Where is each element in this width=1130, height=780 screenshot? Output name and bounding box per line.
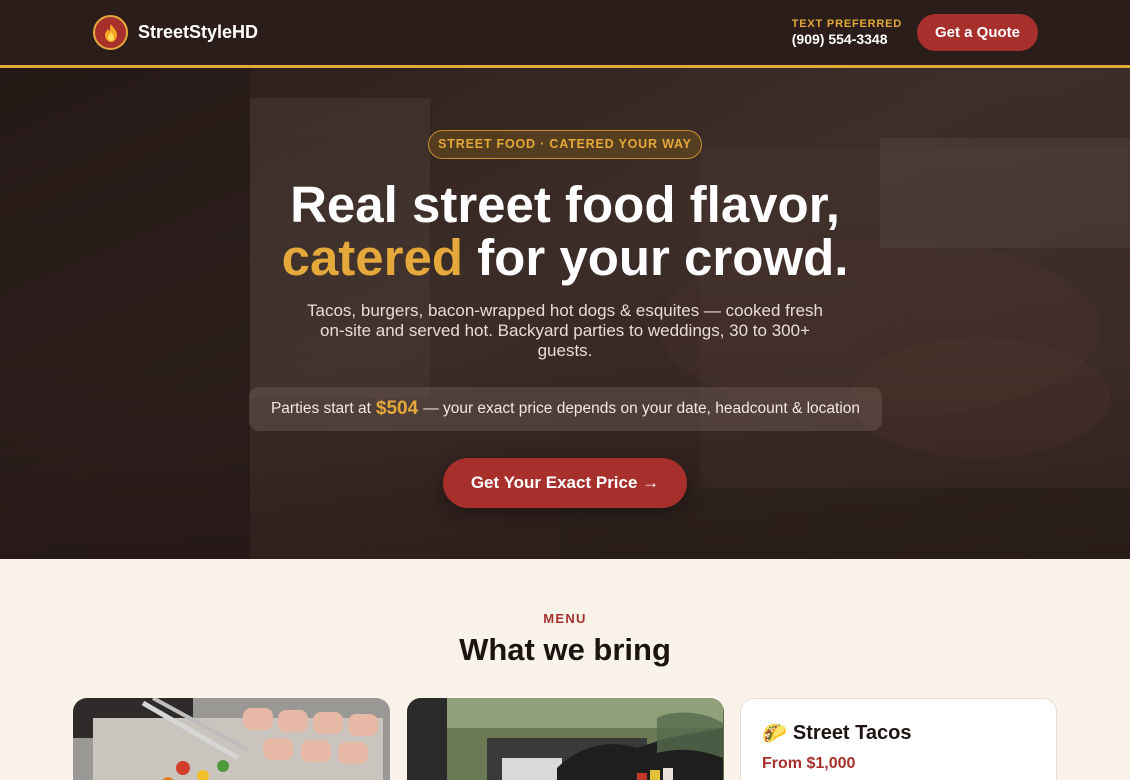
brand-name: StreetStyleHD: [138, 22, 259, 42]
starting-price-banner: Parties start at $504 — your exact price…: [249, 387, 882, 431]
menu-card-price: From $1,000: [762, 755, 856, 772]
menu-section-label: MENU: [543, 611, 587, 626]
price-prefix: Parties start at: [270, 400, 371, 417]
menu-card-grill-photo[interactable]: [73, 698, 390, 780]
top-nav: StreetStyleHD TEXT PREFERRED (909) 554-3…: [0, 0, 1130, 68]
grill-food-photo-icon: [73, 698, 390, 780]
hero-section: STREET FOOD · CATERED YOUR WAY Real stre…: [0, 68, 1130, 559]
brand[interactable]: StreetStyleHD: [93, 15, 258, 50]
tagline-pill: STREET FOOD · CATERED YOUR WAY: [428, 130, 702, 159]
menu-section-title: What we bring: [459, 632, 671, 667]
headline-line-2: for your crowd.: [463, 229, 849, 286]
text-preferred-label: TEXT PREFERRED: [791, 18, 902, 30]
chef-serving-photo-icon: [407, 698, 723, 780]
menu-card-name: Street Tacos: [792, 722, 912, 744]
hero-headline: Real street food flavor, catered for you…: [0, 178, 1130, 284]
menu-card-title: 🌮 Street Tacos: [762, 721, 1035, 746]
phone-contact[interactable]: TEXT PREFERRED (909) 554-3348: [792, 18, 902, 47]
menu-card-street-tacos[interactable]: 🌮 Street Tacos From $1,000: [740, 698, 1057, 780]
price-amount: $504: [375, 398, 419, 419]
flame-logo-icon: [93, 15, 128, 50]
hero-content: STREET FOOD · CATERED YOUR WAY Real stre…: [0, 68, 1130, 559]
headline-line-1: Real street food flavor,: [290, 176, 840, 233]
nav-right: TEXT PREFERRED (909) 554-3348 Get a Quot…: [792, 14, 1038, 51]
phone-number[interactable]: (909) 554-3348: [792, 31, 888, 47]
taco-icon: 🌮: [762, 723, 787, 745]
get-exact-price-button[interactable]: Get Your Exact Price →: [443, 458, 687, 508]
price-suffix: — your exact price depends on your date,…: [423, 400, 861, 417]
get-quote-button[interactable]: Get a Quote: [916, 14, 1038, 51]
headline-accent: catered: [281, 229, 464, 286]
menu-card-chef-photo[interactable]: [407, 698, 724, 780]
hero-subtext: Tacos, burgers, bacon-wrapped hot dogs &…: [307, 301, 823, 360]
